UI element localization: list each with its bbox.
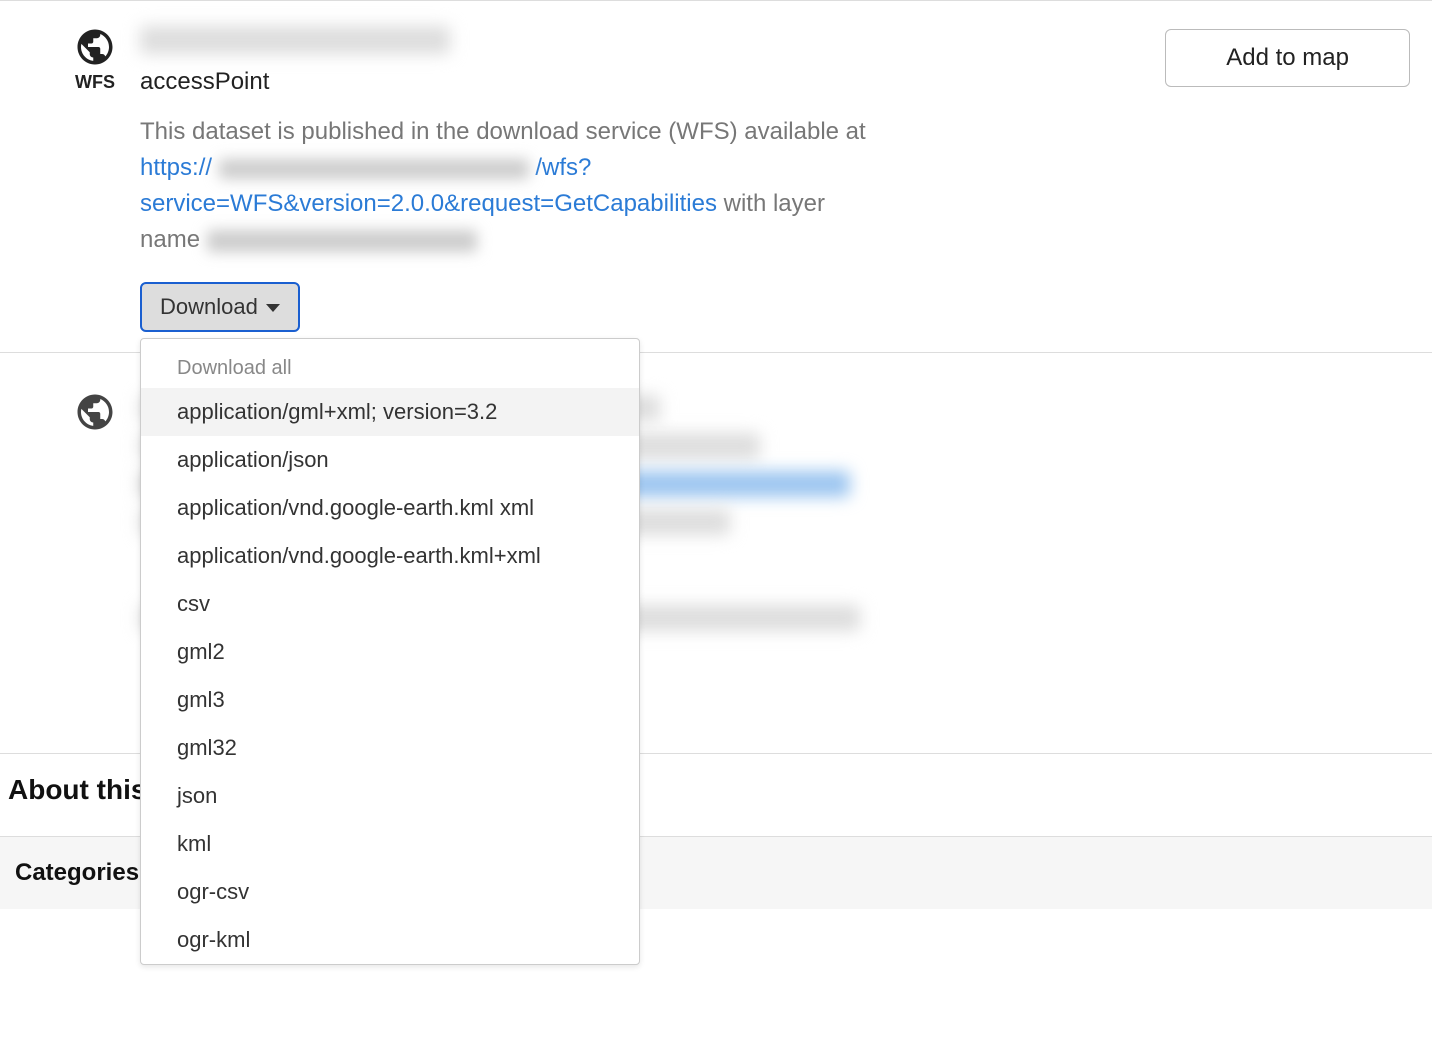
dataset-title-redacted [140, 26, 450, 54]
dropdown-item-gml2[interactable]: gml2 [141, 628, 639, 676]
globe-icon [74, 26, 116, 68]
dropdown-item-gml-xml-3-2[interactable]: application/gml+xml; version=3.2 [141, 388, 639, 436]
caret-down-icon [266, 304, 280, 312]
globe-icon [74, 391, 116, 433]
service-type-label: WFS [75, 72, 115, 93]
dropdown-item-ogr-kml[interactable]: ogr-kml [141, 916, 639, 964]
layer-name-redacted [207, 230, 477, 252]
icon-column: WFS [50, 26, 140, 332]
dataset-block: WFS accessPoint This dataset is publishe… [0, 1, 1432, 353]
dropdown-item-ogr-csv[interactable]: ogr-csv [141, 868, 639, 916]
download-button[interactable]: Download [140, 282, 300, 332]
dropdown-header: Download all [141, 347, 639, 388]
dropdown-item-json[interactable]: json [141, 772, 639, 820]
download-dropdown-menu: Download all application/gml+xml; versio… [140, 338, 640, 965]
download-button-label: Download [160, 294, 258, 320]
dropdown-item-kml-xml-space[interactable]: application/vnd.google-earth.kml xml [141, 484, 639, 532]
dropdown-item-application-json[interactable]: application/json [141, 436, 639, 484]
dropdown-item-kml[interactable]: kml [141, 820, 639, 868]
icon-column [50, 391, 140, 643]
download-wrapper: Download Download all application/gml+xm… [140, 282, 1392, 332]
wfs-url-link[interactable]: https:// /wfs?service=WFS&version=2.0.0&… [140, 154, 717, 217]
dataset-description: This dataset is published in the downloa… [140, 114, 880, 258]
dropdown-item-kml-xml-plus[interactable]: application/vnd.google-earth.kml+xml [141, 532, 639, 580]
add-to-map-button[interactable]: Add to map [1165, 29, 1410, 87]
dropdown-item-csv[interactable]: csv [141, 580, 639, 628]
dropdown-item-gml32[interactable]: gml32 [141, 724, 639, 772]
dropdown-item-gml3[interactable]: gml3 [141, 676, 639, 724]
description-text-prefix: This dataset is published in the downloa… [140, 118, 866, 145]
